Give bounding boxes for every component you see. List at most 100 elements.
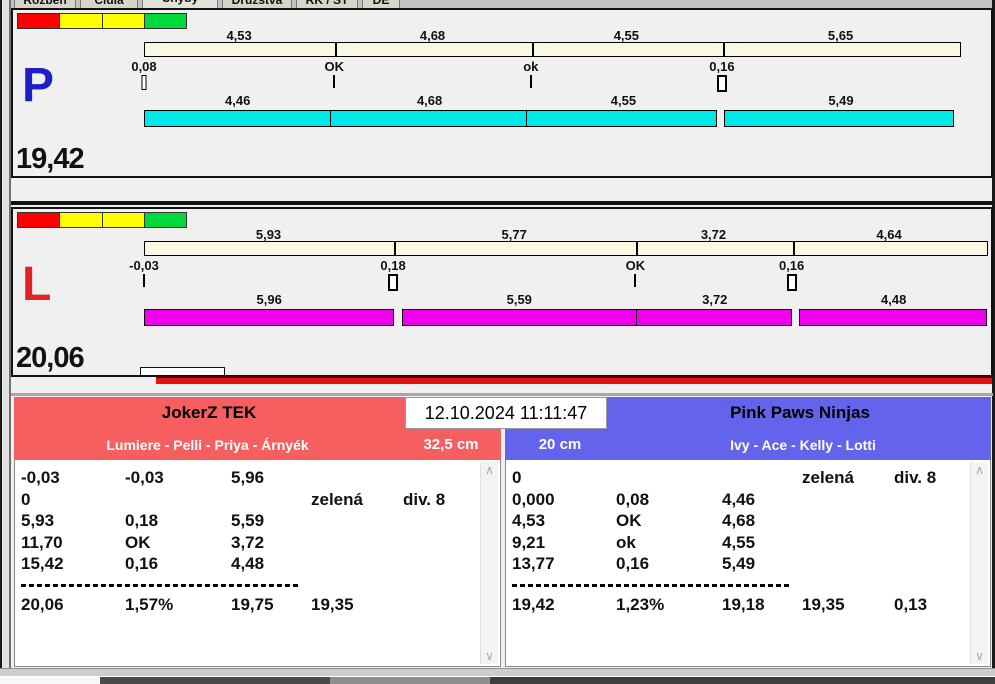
lane-top-bar bbox=[144, 241, 989, 256]
marker-label: OK bbox=[625, 258, 646, 273]
scroll-up-icon[interactable]: ∧ bbox=[971, 462, 988, 478]
jump-height-label: 20 cm bbox=[538, 436, 582, 453]
table-cell bbox=[311, 510, 403, 532]
line-marker-icon bbox=[634, 274, 637, 287]
table-cell: -0,03 bbox=[21, 468, 60, 487]
segment-time-label: 4,68 bbox=[416, 93, 443, 108]
table-cell bbox=[802, 553, 894, 575]
lane-track: 5,93 5,77 3,72 4,64 -0,03 0,18 OK 0,16 5,96 5,59 3… bbox=[129, 227, 989, 326]
lane-top-labels: 4,53 4,68 4,55 5,65 bbox=[144, 28, 961, 43]
table-cell bbox=[802, 532, 894, 554]
segment-time-label: 5,77 bbox=[501, 227, 527, 242]
bottom-bar-segment bbox=[798, 309, 987, 326]
box-marker-icon bbox=[388, 274, 399, 291]
table-separator bbox=[512, 583, 790, 587]
segment-time-label: 3,72 bbox=[702, 292, 728, 307]
box-marker-icon bbox=[716, 75, 727, 92]
segment-time-label: 4,46 bbox=[225, 93, 251, 108]
table-cell: OK bbox=[125, 532, 151, 552]
bottom-bar-segment bbox=[525, 110, 717, 127]
table-total-cell: 1,23% bbox=[616, 594, 665, 614]
traffic-segment-1 bbox=[18, 213, 61, 227]
scroll-down-icon[interactable]: ∨ bbox=[481, 648, 498, 664]
jump-height-label: 32,5 cm bbox=[423, 436, 479, 453]
top-bar-segment bbox=[722, 43, 960, 56]
table-total-cell: 19,42 bbox=[512, 594, 555, 614]
traffic-segment-4 bbox=[144, 14, 186, 28]
lane-letter: L bbox=[22, 258, 52, 311]
lane-marker-glyphs bbox=[143, 273, 988, 292]
table-cell bbox=[403, 467, 476, 489]
background-window-edge bbox=[0, 677, 995, 684]
left-window-edge bbox=[0, 0, 11, 684]
table-total-cell: 19,35 bbox=[311, 594, 354, 614]
horizontal-scrollbar[interactable] bbox=[0, 668, 995, 677]
table-cell: 11,70 bbox=[21, 532, 63, 552]
table-row: -0,03 -0,03 5,96 bbox=[21, 467, 476, 489]
bottom-bar-segment bbox=[330, 110, 527, 127]
segment-time-label: 5,49 bbox=[828, 93, 854, 108]
bottom-bar-segment bbox=[144, 110, 332, 127]
lane-marker-labels: -0,03 0,18 OK 0,16 bbox=[129, 258, 988, 273]
table-scrollbar[interactable]: ∧ ∨ bbox=[970, 462, 988, 664]
table-cell: 0,08 bbox=[616, 489, 650, 509]
top-bar-segment bbox=[145, 43, 335, 56]
table-scrollbar[interactable]: ∧ ∨ bbox=[480, 462, 498, 664]
lane-marker-labels: 0,08 OK ok 0,16 bbox=[131, 59, 961, 74]
table-cell: 4,55 bbox=[722, 532, 756, 552]
table-row: 0 zelená div. 8 bbox=[512, 467, 966, 489]
table-cell: OK bbox=[616, 511, 642, 530]
segment-time-label: 4,48 bbox=[881, 292, 907, 307]
segment-time-label: 4,53 bbox=[226, 28, 252, 43]
table-totals-row: 19,42 1,23% 19,18 19,35 0,13 bbox=[512, 594, 966, 616]
table-cell: 13,77 bbox=[512, 554, 555, 573]
segment-time-label: 5,59 bbox=[506, 292, 532, 307]
app-window: RozbehCidlaChybyDruzstvaRK / STDE P 19,4… bbox=[0, 0, 995, 684]
lane-bottom-bar bbox=[144, 110, 955, 127]
top-bar-segment bbox=[636, 242, 792, 255]
marker-label: 0,08 bbox=[131, 59, 157, 74]
marker-label: OK bbox=[324, 59, 345, 74]
table-cell bbox=[894, 510, 966, 532]
bottom-bar-segment bbox=[144, 309, 395, 326]
team-members: Ivy - Ace - Kelly - Lotti bbox=[730, 436, 876, 453]
section-divider bbox=[11, 393, 993, 396]
table-row: 13,77 0,16 5,49 bbox=[512, 553, 966, 575]
table-row: 4,53 OK 4,68 bbox=[512, 510, 966, 532]
table-row: 0 zelená div. 8 bbox=[21, 489, 476, 511]
bottom-bar-segment bbox=[635, 309, 792, 326]
traffic-light-icon bbox=[17, 212, 187, 228]
table-row: 11,70 OK 3,72 bbox=[21, 532, 476, 554]
lane-top-labels: 5,93 5,77 3,72 4,64 bbox=[144, 227, 988, 242]
table-total-cell: 20,06 bbox=[21, 594, 64, 614]
table-cell bbox=[722, 467, 802, 489]
table-cell: 4,46 bbox=[722, 489, 756, 509]
table-cell bbox=[802, 489, 894, 511]
top-bar-segment bbox=[335, 43, 532, 56]
table-separator bbox=[21, 583, 299, 587]
top-bar-segment bbox=[531, 43, 723, 56]
datetime-display: 12.10.2024 11:11:47 bbox=[405, 397, 607, 429]
table-cell bbox=[894, 553, 966, 575]
lane-bottom-labels: 5,96 5,59 3,72 4,48 bbox=[144, 292, 988, 307]
table-cell: 5,59 bbox=[231, 511, 265, 530]
table-rows: -0,03 -0,03 5,96 0 zelená div. 8 5,93 0,18 5,59 1… bbox=[21, 467, 476, 575]
table-cell: zelená bbox=[311, 489, 363, 509]
progress-bar bbox=[156, 376, 992, 384]
table-cell bbox=[403, 510, 476, 532]
table-cell: 3,72 bbox=[231, 532, 265, 552]
table-total-cell: 19,18 bbox=[722, 594, 765, 614]
lane-total-time: 19,42 bbox=[16, 143, 85, 175]
marker-label: -0,03 bbox=[129, 258, 159, 273]
scroll-up-icon[interactable]: ∧ bbox=[481, 462, 498, 478]
scroll-down-icon[interactable]: ∨ bbox=[971, 648, 988, 664]
marker-label: 0,18 bbox=[380, 258, 406, 273]
table-cell bbox=[894, 532, 966, 554]
table-row: 9,21 ok 4,55 bbox=[512, 532, 966, 554]
traffic-segment-1 bbox=[18, 14, 61, 28]
lane-bottom-bar bbox=[144, 309, 987, 326]
table-cell bbox=[403, 532, 476, 554]
table-total-cell: 1,57% bbox=[125, 594, 174, 614]
table-row: 15,42 0,16 4,48 bbox=[21, 553, 476, 575]
progress-marker-box bbox=[140, 367, 225, 376]
